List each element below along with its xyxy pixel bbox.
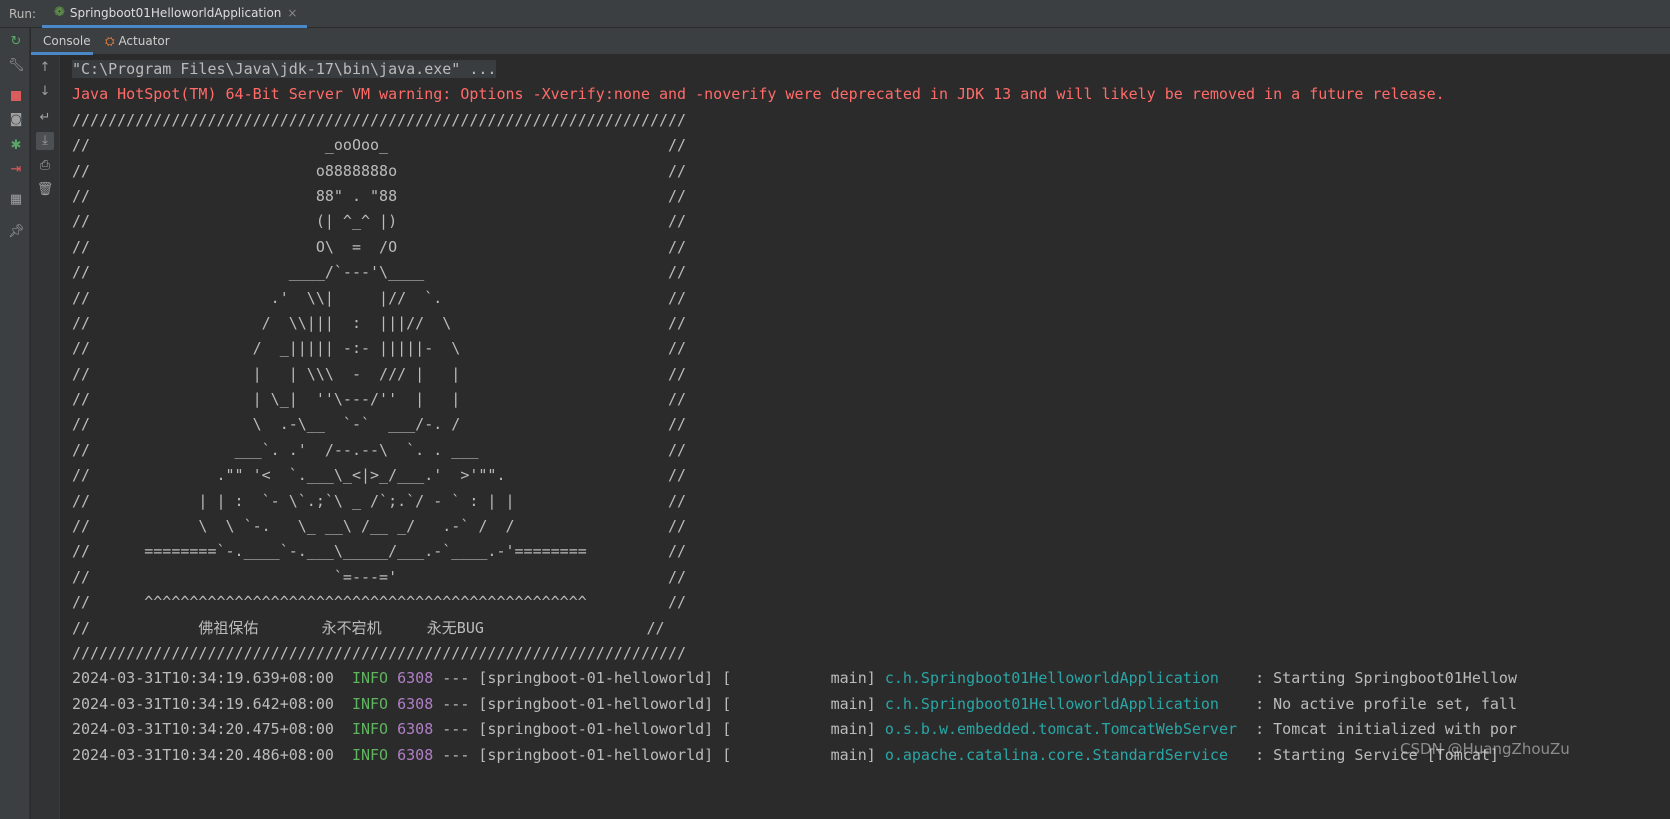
run-tab-title: Springboot01HelloworldApplication xyxy=(69,5,282,20)
log-app: [springboot-01-helloworld] xyxy=(478,669,714,688)
log-pid: 6308 xyxy=(397,694,434,713)
close-icon[interactable]: × xyxy=(287,6,297,20)
banner-line: // 88" . "88 // xyxy=(72,186,687,205)
stop-icon[interactable] xyxy=(8,88,24,104)
tab-actuator[interactable]: ⛭ Actuator xyxy=(105,28,170,55)
tab-actuator-label: Actuator xyxy=(118,34,170,48)
log-separator: --- xyxy=(442,694,470,713)
banner-line: // / _||||| -:- |||||- \ // xyxy=(72,339,687,358)
log-level: INFO xyxy=(351,745,389,764)
layout-icon[interactable]: ▦ xyxy=(8,192,24,208)
arrow-down-icon[interactable]: ↓ xyxy=(36,83,54,101)
banner-line: // (| ^_^ |) // xyxy=(72,212,687,231)
log-timestamp: 2024-03-31T10:34:20.475+08:00 xyxy=(72,720,334,739)
run-label: Run: xyxy=(9,7,37,21)
print-icon[interactable]: ⎙ xyxy=(36,157,54,175)
tab-console-label: Console xyxy=(43,34,91,48)
exit-icon[interactable]: ⇥ xyxy=(8,162,24,178)
log-separator: --- xyxy=(442,745,470,764)
banner-line: // 佛祖保佑 永不宕机 永无BUG // xyxy=(72,618,665,637)
log-level: INFO xyxy=(351,720,389,739)
debug-icon[interactable]: ✱ xyxy=(8,138,24,154)
pin-icon[interactable]: 📌︎ xyxy=(8,224,25,240)
banner-line: // ========`-.____`-.___\_____/___.-`___… xyxy=(72,542,687,561)
scroll-to-end-icon[interactable]: ⤓ xyxy=(36,132,54,150)
log-line: 2024-03-31T10:34:20.475+08:00 INFO 6308 … xyxy=(72,717,1670,742)
log-message: : Starting Springboot01Hellow xyxy=(1255,669,1517,688)
banner-line: // | \_| ''\---/'' | | // xyxy=(72,390,687,409)
run-tool-strip: ↻ 🔧︎ ◙ ✱ ⇥ ▦ 📌︎ xyxy=(0,28,30,819)
arrow-up-icon[interactable]: ↑ xyxy=(36,59,54,77)
log-logger[interactable]: c.h.Springboot01HelloworldApplication xyxy=(885,669,1219,687)
console-line-command: "C:\Program Files\Java\jdk-17\bin\java.e… xyxy=(72,57,1670,82)
log-pid: 6308 xyxy=(397,669,434,688)
banner-line: ////////////////////////////////////////… xyxy=(72,643,687,662)
console-line-warning: Java HotSpot(TM) 64-Bit Server VM warnin… xyxy=(72,85,1445,104)
java-command: "C:\Program Files\Java\jdk-17\bin\java.e… xyxy=(72,60,497,78)
log-timestamp: 2024-03-31T10:34:19.639+08:00 xyxy=(72,669,334,688)
log-logger[interactable]: o.apache.catalina.core.StandardService xyxy=(885,746,1228,764)
log-logger[interactable]: c.h.Springboot01HelloworldApplication xyxy=(885,695,1219,713)
camera-icon[interactable]: ◙ xyxy=(8,112,24,128)
log-timestamp: 2024-03-31T10:34:20.486+08:00 xyxy=(72,745,334,764)
log-app: [springboot-01-helloworld] xyxy=(478,745,714,764)
banner-line: // \ .-\__ `-` ___/-. / // xyxy=(72,415,687,434)
console-tabs: Console ⛭ Actuator xyxy=(31,28,1670,55)
log-app: [springboot-01-helloworld] xyxy=(478,720,714,739)
log-level: INFO xyxy=(351,694,389,713)
banner-line: // \ \ `-. \_ __\ /__ _/ .-` / / // xyxy=(72,517,687,536)
log-pid: 6308 xyxy=(397,720,434,739)
banner-line: // | | : `- \`.;`\ _ /`;.`/ - ` : | | // xyxy=(72,491,687,510)
run-toolbar: Run: ❁ Springboot01HelloworldApplication… xyxy=(0,0,1670,28)
actuator-icon: ⛭ xyxy=(105,34,115,48)
log-logger[interactable]: o.s.b.w.embedded.tomcat.TomcatWebServer xyxy=(885,720,1237,738)
wrench-icon[interactable]: 🔧︎ xyxy=(8,58,25,74)
banner-line: // / \\||| : |||// \ // xyxy=(72,313,687,332)
log-thread: [ main] xyxy=(722,694,876,713)
log-thread: [ main] xyxy=(722,669,876,688)
banner-line: // _ooOoo_ // xyxy=(72,136,687,155)
tab-console[interactable]: Console xyxy=(31,28,93,55)
soft-wrap-icon[interactable]: ↵ xyxy=(36,109,54,127)
log-separator: --- xyxy=(442,669,470,688)
console-output[interactable]: "C:\Program Files\Java\jdk-17\bin\java.e… xyxy=(72,57,1670,819)
rerun-icon[interactable]: ↻ xyxy=(8,34,24,50)
log-app: [springboot-01-helloworld] xyxy=(478,694,714,713)
console-tool-strip: ↑ ↓ ↵ ⤓ ⎙ 🗑︎ xyxy=(31,55,60,819)
log-thread: [ main] xyxy=(722,720,876,739)
spring-boot-icon: ❁ xyxy=(54,5,65,20)
log-message: : Tomcat initialized with por xyxy=(1255,720,1517,739)
banner-line: // ^^^^^^^^^^^^^^^^^^^^^^^^^^^^^^^^^^^^^… xyxy=(72,593,687,612)
banner-line: // ___`. .' /--.--\ `. . ___ // xyxy=(72,440,687,459)
banner-line: // o8888888o // xyxy=(72,161,687,180)
watermark: CSDN @HuangZhouZu xyxy=(1400,740,1570,758)
log-thread: [ main] xyxy=(722,745,876,764)
banner-line: // | | \\\ - /// | | // xyxy=(72,364,687,383)
log-line: 2024-03-31T10:34:19.642+08:00 INFO 6308 … xyxy=(72,692,1670,717)
banner-line: // `=---=' // xyxy=(72,567,687,586)
banner-line: // ____/`---'\____ // xyxy=(72,263,687,282)
trash-icon[interactable]: 🗑︎ xyxy=(36,181,54,199)
log-level: INFO xyxy=(351,669,389,688)
banner-line: // O\ = /O // xyxy=(72,237,687,256)
run-config-tab[interactable]: ❁ Springboot01HelloworldApplication × xyxy=(42,0,307,28)
log-message: : No active profile set, fall xyxy=(1255,694,1517,713)
banner-line: // .' \\| |// `. // xyxy=(72,288,687,307)
log-timestamp: 2024-03-31T10:34:19.642+08:00 xyxy=(72,694,334,713)
log-pid: 6308 xyxy=(397,745,434,764)
log-separator: --- xyxy=(442,720,470,739)
banner-line: ////////////////////////////////////////… xyxy=(72,110,687,129)
banner-line: // ."" '< `.___\_<|>_/___.' >'"". // xyxy=(72,466,687,485)
log-line: 2024-03-31T10:34:19.639+08:00 INFO 6308 … xyxy=(72,666,1670,691)
